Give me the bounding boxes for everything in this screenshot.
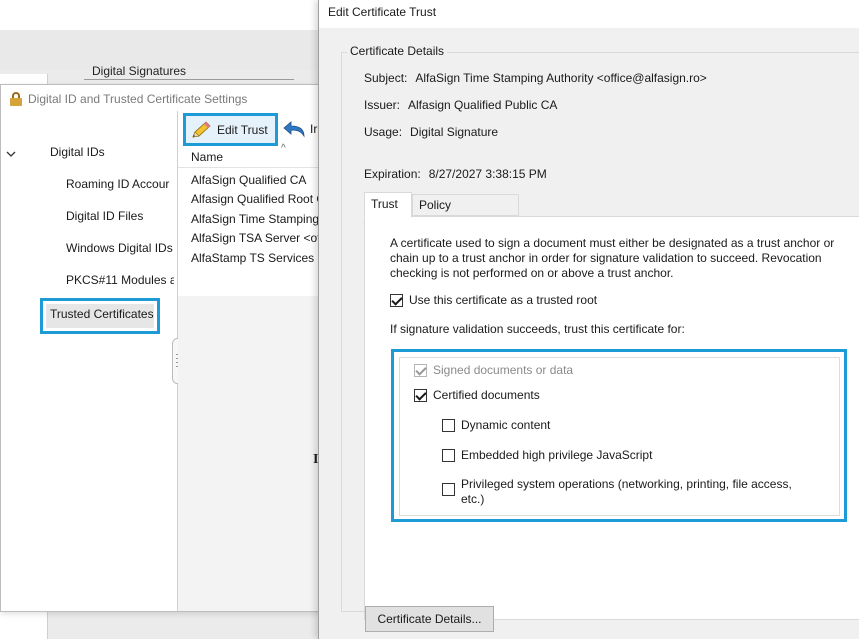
trust-description: A certificate used to sign a document mu… [390, 236, 835, 280]
dialog-body: Certificate Details Subject: AlfaSign Tim… [319, 28, 859, 639]
edit-trust-button[interactable]: Edit Trust [183, 113, 278, 146]
subject-value: AlfaSign Time Stamping Authority <office… [415, 71, 707, 85]
trust-options-panel: Signed documents or data Certified docum… [399, 357, 840, 516]
list-item[interactable]: Alfasign Qualified Root C [178, 190, 331, 209]
checkbox-box[interactable] [414, 389, 427, 402]
subject-row: Subject: AlfaSign Time Stamping Authority… [364, 71, 707, 85]
list-item[interactable]: AlfaStamp TS Services [178, 249, 331, 268]
embedded-js-checkbox[interactable]: Embedded high privilege JavaScript [442, 448, 652, 462]
subject-key: Subject: [364, 71, 408, 85]
group-label: Certificate Details [347, 44, 448, 58]
sort-ascending-icon: ^ [281, 143, 286, 154]
import-label: Ir [310, 122, 318, 136]
checkbox-box[interactable] [442, 449, 455, 462]
pencil-icon [192, 120, 211, 138]
import-button[interactable]: Ir [282, 117, 317, 141]
certified-documents-checkbox[interactable]: Certified documents [414, 388, 540, 402]
list-item[interactable]: AlfaSign Time Stamping [178, 210, 331, 229]
column-header-name[interactable]: ^ Name [178, 143, 331, 168]
background-toolbar [0, 0, 330, 30]
expiration-value: 8/27/2027 3:38:15 PM [428, 167, 547, 181]
expiration-row: Expiration: 8/27/2027 3:38:15 PM [364, 167, 547, 181]
checkbox-label: Dynamic content [461, 418, 551, 432]
use-trusted-root-checkbox[interactable]: Use this certificate as a trusted root [390, 293, 597, 307]
checkbox-label: Signed documents or data [433, 363, 574, 377]
tab-trust[interactable]: Trust [364, 192, 412, 218]
trust-for-label: If signature validation succeeds, trust … [390, 322, 685, 336]
tree-item-digital-ids[interactable]: Digital IDs [50, 145, 105, 159]
digital-id-settings-window: Digital ID and Trusted Certificate Setti… [0, 84, 331, 612]
dialog-title: Edit Certificate Trust [328, 5, 437, 19]
certificate-list-pane: Edit Trust Ir ^ Name AlfaSign Qualified … [178, 111, 331, 611]
issuer-value: Alfasign Qualified Public CA [408, 98, 558, 112]
usage-row: Usage: Digital Signature [364, 125, 498, 139]
checkbox-box[interactable] [442, 483, 455, 496]
trust-options-highlight: Signed documents or data Certified docum… [391, 349, 847, 522]
tab-policy-restrictions[interactable]: Policy Restrictions [412, 194, 519, 232]
dynamic-content-checkbox[interactable]: Dynamic content [442, 418, 550, 432]
checkbox-label: Certified documents [433, 388, 540, 402]
expiration-key: Expiration: [364, 167, 421, 181]
tree-item-digital-id-files[interactable]: Digital ID Files [66, 209, 143, 223]
tree-item-label: Trusted Certificates [50, 307, 154, 321]
column-header-label: Name [191, 150, 224, 164]
checkbox-label-line: Privileged system operations (networking… [461, 477, 792, 491]
usage-value: Digital Signature [410, 125, 499, 139]
digital-signatures-section-label: Digital Signatures [92, 64, 187, 78]
tree-item-roaming-id-accounts[interactable]: Roaming ID Accour [66, 177, 171, 191]
tree-item-pkcs11-modules[interactable]: PKCS#11 Modules a [66, 273, 174, 287]
certificate-details-button[interactable]: Certificate Details... [365, 606, 494, 632]
edit-trust-label: Edit Trust [217, 122, 268, 137]
checkbox-label: Embedded high privilege JavaScript [461, 448, 653, 462]
checkbox-box[interactable] [390, 294, 403, 307]
checkbox-box[interactable] [442, 419, 455, 432]
issuer-row: Issuer: Alfasign Qualified Public CA [364, 98, 557, 112]
import-arrow-icon [283, 121, 305, 138]
certificate-detail-area [178, 296, 331, 611]
certificate-list: AlfaSign Qualified CA Alfasign Qualified… [178, 171, 331, 268]
usage-key: Usage: [364, 125, 403, 139]
window-title: Digital ID and Trusted Certificate Setti… [28, 92, 248, 106]
issuer-key: Issuer: [364, 98, 401, 112]
trust-tab-panel: A certificate used to sign a document mu… [364, 216, 859, 620]
lock-icon [9, 92, 23, 106]
list-item[interactable]: AlfaSign TSA Server <off [178, 229, 331, 248]
chevron-down-icon[interactable] [6, 149, 16, 159]
tree-item-windows-digital-ids[interactable]: Windows Digital IDs [66, 241, 174, 255]
tree-item-trusted-certificates[interactable]: Trusted Certificates [40, 298, 160, 334]
privileged-operations-checkbox[interactable]: Privileged system operations (networking… [442, 477, 792, 507]
settings-tree: Digital IDs Roaming ID Accour Digital ID… [1, 111, 177, 611]
section-divider [84, 79, 294, 80]
window-titlebar: Digital ID and Trusted Certificate Setti… [9, 91, 247, 107]
checkbox-label-line: etc.) [461, 492, 485, 506]
signed-documents-checkbox[interactable]: Signed documents or data [414, 363, 573, 377]
checkbox-box[interactable] [414, 364, 427, 377]
checkbox-label: Privileged system operations (networking… [461, 477, 792, 507]
list-item[interactable]: AlfaSign Qualified CA [178, 171, 331, 190]
edit-certificate-trust-dialog: Edit Certificate Trust Certificate Detai… [318, 0, 859, 639]
checkbox-label: Use this certificate as a trusted root [409, 293, 598, 307]
